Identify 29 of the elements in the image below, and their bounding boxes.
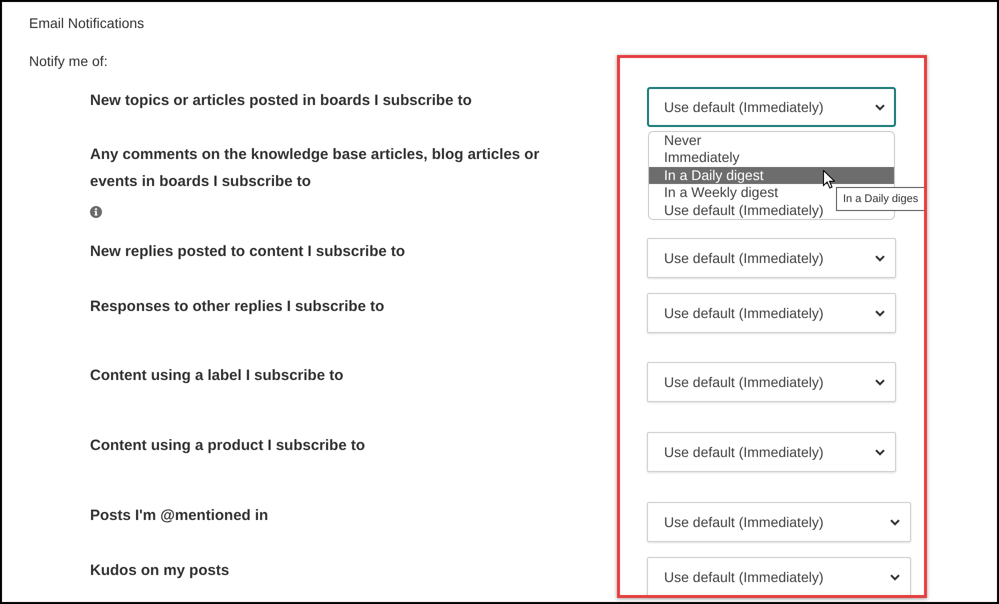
- setting-label: Any comments on the knowledge base articles, blog articles or events in boards I subscribe to: [90, 145, 540, 192]
- intro-text: Notify me of:: [29, 52, 108, 71]
- chevron-down-icon: [875, 448, 885, 456]
- dropdown-field[interactable]: Use default (Immediately): [647, 87, 896, 127]
- setting-label: New replies posted to content I subscribe to: [90, 242, 406, 262]
- dropdown-option[interactable]: Never: [649, 132, 894, 150]
- dropdown-option[interactable]: In a Daily digest: [649, 166, 894, 184]
- chevron-down-icon: [875, 310, 885, 316]
- chevron-down-icon: [890, 574, 900, 580]
- dropdown-field[interactable]: Use default (Immediately): [647, 432, 896, 472]
- dropdown-option[interactable]: Immediately: [649, 149, 894, 167]
- section-title: Email Notifications: [29, 14, 144, 33]
- mouse-pointer-icon: [823, 170, 835, 189]
- setting-label: Responses to other replies I subscribe to: [90, 297, 384, 317]
- setting-label: Posts I'm @mentioned in: [90, 506, 268, 526]
- dropdown-field[interactable]: Use default (Immediately): [647, 238, 896, 278]
- chevron-down-icon: [875, 104, 885, 110]
- dropdown-field[interactable]: Use default (Immediately): [647, 293, 896, 333]
- dropdown-field[interactable]: Use default (Immediately): [647, 502, 911, 542]
- setting-label: Content using a label I subscribe to: [90, 366, 344, 386]
- tooltip: In a Daily diges: [836, 187, 926, 211]
- chevron-down-icon: [890, 518, 900, 526]
- setting-label: New topics or articles posted in boards I subscribe to: [90, 91, 472, 111]
- chevron-down-icon: [875, 378, 885, 386]
- setting-label: Content using a product I subscribe to: [90, 436, 366, 456]
- chevron-down-icon: [875, 254, 885, 262]
- setting-label: Kudos on my posts: [90, 561, 230, 581]
- dropdown-field[interactable]: Use default (Immediately): [647, 557, 911, 597]
- dropdown-field[interactable]: Use default (Immediately): [647, 362, 896, 402]
